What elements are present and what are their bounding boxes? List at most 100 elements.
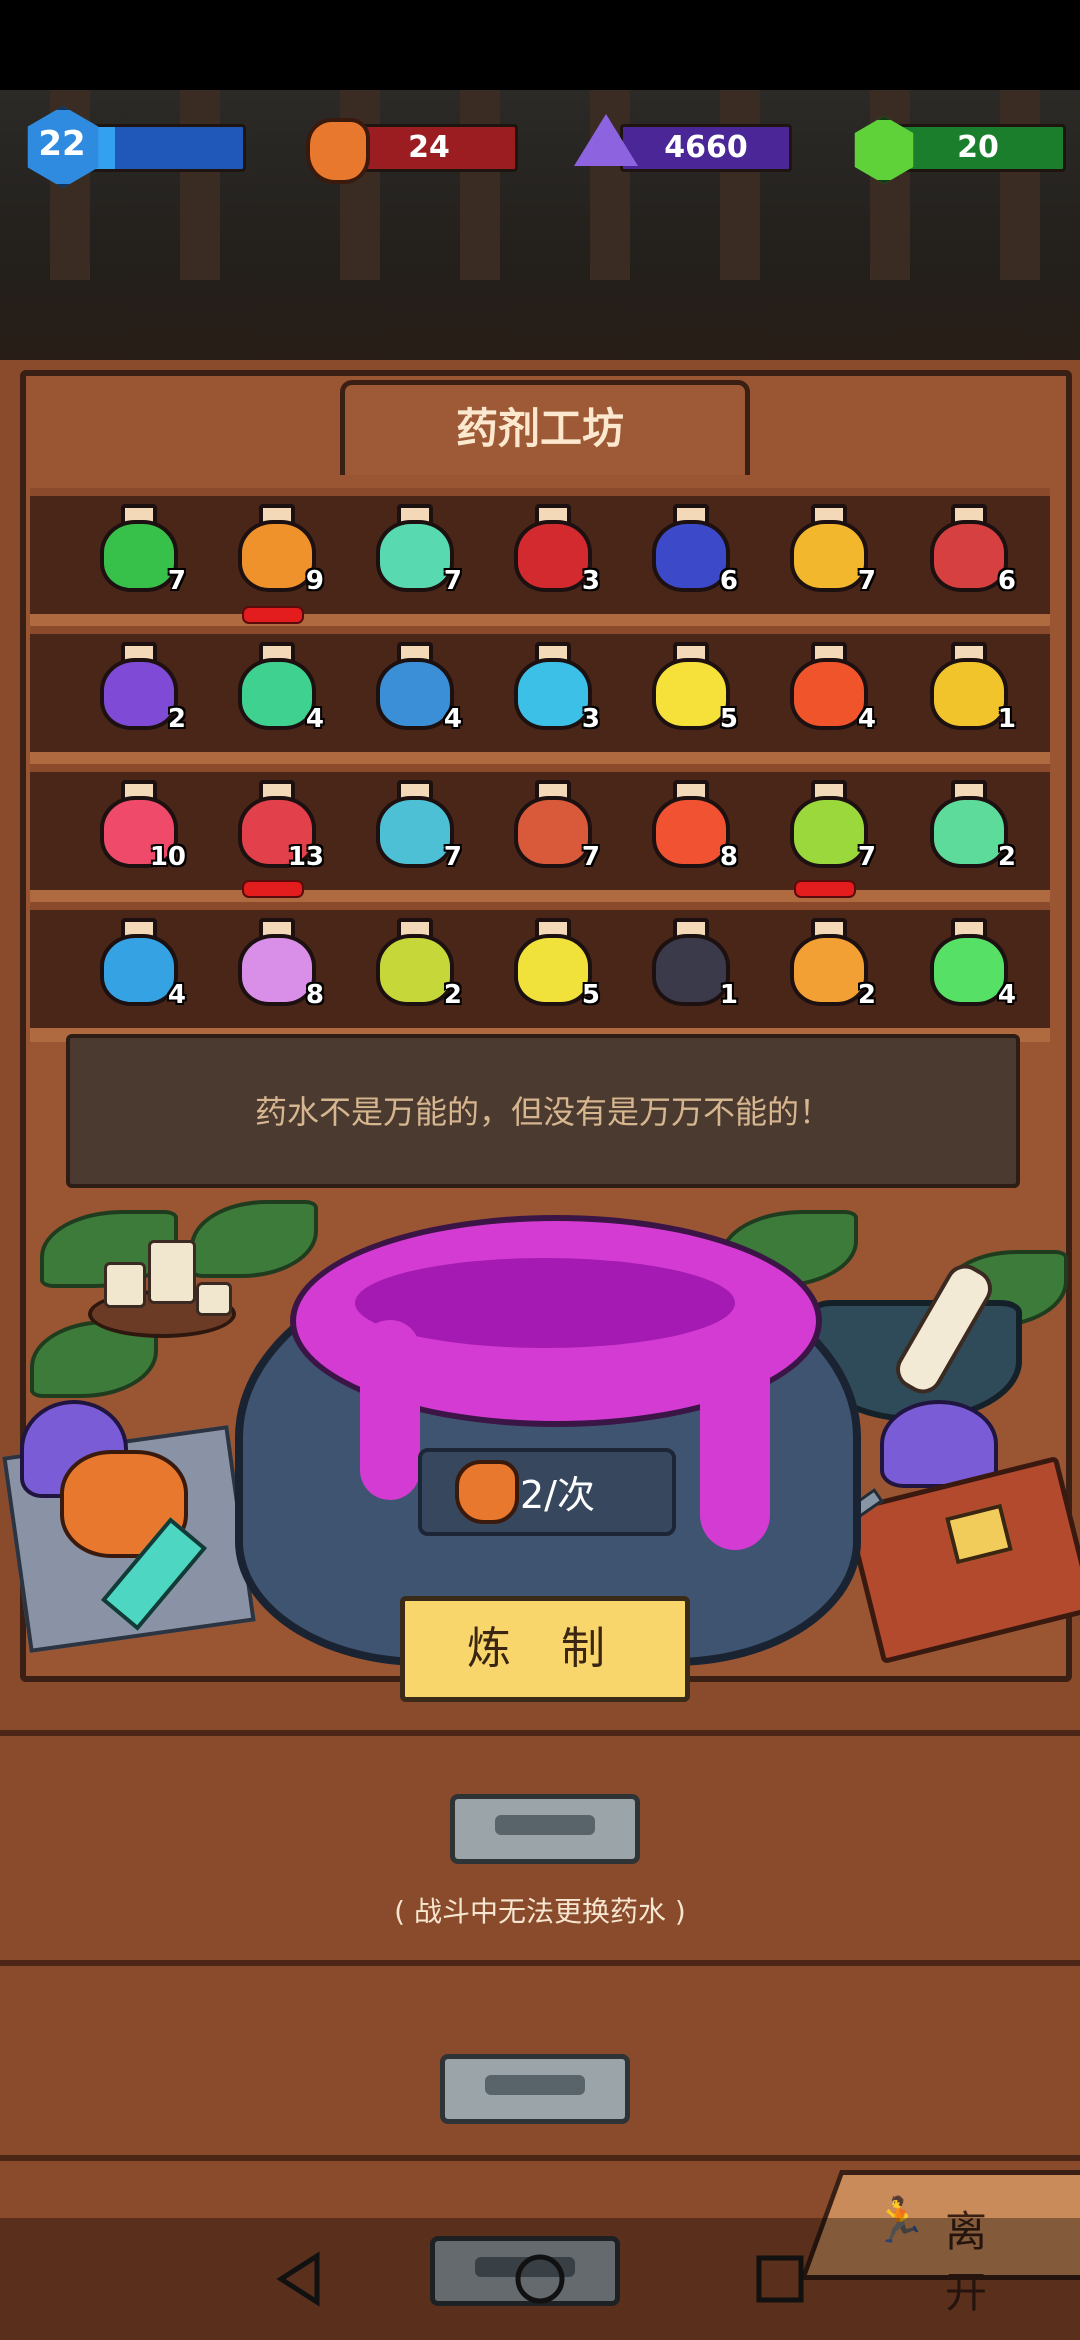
potion-count: 10: [149, 842, 186, 872]
potion-bottle-icon: [238, 658, 316, 730]
potion-slot[interactable]: 8: [632, 766, 742, 876]
potion-count: 3: [581, 704, 600, 734]
potion-slot[interactable]: 4: [910, 904, 1020, 1014]
potion-slot[interactable]: 7: [80, 490, 190, 600]
back-icon[interactable]: [265, 2244, 335, 2314]
potion-slot[interactable]: 6: [632, 490, 742, 600]
potion-slot[interactable]: 3: [494, 490, 604, 600]
potion-bottle-icon: [514, 934, 592, 1006]
potion-bottle-icon: [790, 934, 868, 1006]
ore-icon: [455, 1460, 519, 1524]
potion-slot[interactable]: 13: [218, 766, 328, 876]
potion-count: 1: [719, 980, 738, 1010]
status-bar: [0, 0, 1080, 90]
drawer-edge: [0, 1960, 1080, 1966]
drawer-edge: [0, 2155, 1080, 2161]
potion-count: 7: [857, 842, 876, 872]
drawer-handle[interactable]: [440, 2054, 630, 2124]
potion-count: 5: [719, 704, 738, 734]
crystal-value: 4660: [664, 130, 748, 165]
potion-slot[interactable]: 4: [770, 628, 880, 738]
drawer-edge: [0, 1730, 1080, 1736]
potion-bottle-icon: [790, 796, 868, 868]
potion-slot[interactable]: 1: [632, 904, 742, 1014]
recents-icon[interactable]: [745, 2244, 815, 2314]
goo-drip: [700, 1320, 770, 1550]
gem-bar[interactable]: 20: [890, 124, 1066, 172]
potion-count: 5: [581, 980, 600, 1010]
potion-bottle-icon: [376, 520, 454, 592]
page-title: 药剂工坊: [455, 404, 624, 453]
potion-count: 2: [167, 704, 186, 734]
potion-bottle-icon: [100, 934, 178, 1006]
potion-count: 13: [287, 842, 324, 872]
level-bar: [80, 124, 246, 172]
potion-count: 4: [167, 980, 186, 1010]
potion-count: 3: [581, 566, 600, 596]
swap-note: ( 战斗中无法更换药水 ): [394, 1895, 686, 1928]
potion-bottle-icon: [238, 520, 316, 592]
potion-slot[interactable]: 2: [356, 904, 466, 1014]
potion-bottle-icon: [514, 658, 592, 730]
potion-count: 4: [857, 704, 876, 734]
potion-bottle-icon: [790, 658, 868, 730]
potion-bottle-icon: [652, 934, 730, 1006]
potion-slot[interactable]: 7: [356, 766, 466, 876]
potion-bottle-icon: [514, 520, 592, 592]
potion-count: 6: [719, 566, 738, 596]
potion-slot[interactable]: 7: [356, 490, 466, 600]
potion-bottle-icon: [652, 796, 730, 868]
potion-slot[interactable]: 7: [770, 490, 880, 600]
potion-count: 2: [443, 980, 462, 1010]
potion-slot[interactable]: 7: [494, 766, 604, 876]
potion-slot[interactable]: 2: [80, 628, 190, 738]
potion-count: 6: [997, 566, 1016, 596]
potion-count: 4: [997, 980, 1016, 1010]
potion-count: 7: [167, 566, 186, 596]
potion-slot[interactable]: 9: [218, 490, 328, 600]
gem-value: 20: [957, 130, 999, 165]
potion-slot[interactable]: 8: [218, 904, 328, 1014]
potion-slot[interactable]: 4: [218, 628, 328, 738]
potion-count: 9: [305, 566, 324, 596]
potion-bottle-icon: [100, 658, 178, 730]
potion-bottle-icon: [930, 520, 1008, 592]
ore-icon: [306, 118, 370, 184]
potion-bottle-icon: [930, 796, 1008, 868]
potion-count: 7: [857, 566, 876, 596]
potion-count: 2: [997, 842, 1016, 872]
home-icon[interactable]: [505, 2244, 575, 2314]
potion-bottle-icon: [376, 796, 454, 868]
potion-count: 4: [443, 704, 462, 734]
potion-bottle-icon: [376, 658, 454, 730]
equipped-marker: [794, 880, 856, 898]
potion-bottle-icon: [376, 934, 454, 1006]
potion-slot[interactable]: 5: [632, 628, 742, 738]
potion-count: 8: [305, 980, 324, 1010]
potion-slot[interactable]: 4: [80, 904, 190, 1014]
goo-drip: [360, 1320, 420, 1500]
potion-slot[interactable]: 2: [910, 766, 1020, 876]
potion-count: 4: [305, 704, 324, 734]
potion-slot[interactable]: 10: [80, 766, 190, 876]
crystal-bar[interactable]: 4660: [620, 124, 792, 172]
brew-button[interactable]: 炼 制: [400, 1596, 690, 1702]
potion-bottle-icon: [930, 658, 1008, 730]
potion-bottle-icon: [652, 520, 730, 592]
potion-slot[interactable]: 6: [910, 490, 1020, 600]
potion-slot[interactable]: 7: [770, 766, 880, 876]
equipped-marker: [242, 606, 304, 624]
potion-slot[interactable]: 4: [356, 628, 466, 738]
potion-bottle-icon: [790, 520, 868, 592]
brew-cost: 2/次: [520, 1473, 595, 1517]
candle-icon: [148, 1240, 196, 1304]
equipped-marker: [242, 880, 304, 898]
potion-slot[interactable]: 1: [910, 628, 1020, 738]
potion-bottle-icon: [100, 520, 178, 592]
potion-slot[interactable]: 5: [494, 904, 604, 1014]
potion-count: 8: [719, 842, 738, 872]
candle-icon: [196, 1282, 232, 1316]
potion-slot[interactable]: 2: [770, 904, 880, 1014]
potion-slot[interactable]: 3: [494, 628, 604, 738]
drawer-handle[interactable]: [450, 1794, 640, 1864]
